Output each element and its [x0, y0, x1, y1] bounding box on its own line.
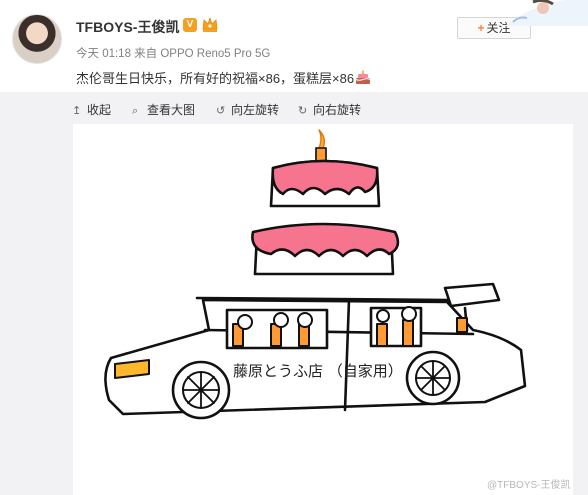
header-decoration-icon	[505, 0, 588, 26]
post-image[interactable]: 藤原とうふ店 （自家用） @TFBOYS-王俊凯	[73, 124, 573, 495]
rotate-left-label: 向左旋转	[231, 103, 280, 117]
rotate-right-button[interactable]: ↻ 向右旋转	[298, 101, 361, 118]
rotate-left-icon: ↺	[216, 105, 226, 117]
post-header: TFBOYS-王俊凯 V 今天 01:18 来自 OPPO Reno5 Pro …	[0, 0, 588, 92]
rotate-left-button[interactable]: ↺ 向左旋转	[216, 101, 279, 118]
cake-emoji-icon	[355, 70, 371, 84]
collapse-label: 收起	[87, 103, 112, 117]
shop-sign-text: 藤原とうふ店 （自家用）	[233, 362, 403, 380]
collapse-icon: ↥	[72, 105, 82, 117]
vip-crown-icon	[202, 16, 218, 32]
user-name[interactable]: TFBOYS-王俊凯	[76, 17, 179, 37]
cake-car-drawing: 藤原とうふ店 （自家用）	[104, 129, 527, 420]
rotate-right-icon: ↻	[298, 105, 308, 117]
post-meta: 今天 01:18 来自 OPPO Reno5 Pro 5G	[76, 48, 271, 60]
media-panel: ↥ 收起 ⌕ 查看大图 ↺ 向左旋转 ↻ 向右旋转 藤原とうふ店 （自家用） @…	[0, 92, 588, 495]
rotate-right-label: 向右旋转	[313, 103, 362, 117]
collapse-button[interactable]: ↥ 收起	[72, 101, 111, 118]
verified-badge-icon: V	[183, 18, 197, 32]
watermark: @TFBOYS-王俊凯	[487, 480, 571, 491]
post-text: 杰伦哥生日快乐，所有好的祝福×86，蛋糕层×86	[76, 68, 371, 87]
view-large-button[interactable]: ⌕ 查看大图	[132, 101, 195, 118]
view-large-label: 查看大图	[147, 103, 196, 117]
avatar[interactable]	[12, 14, 62, 64]
post-text-content: 杰伦哥生日快乐，所有好的祝福×86，蛋糕层×86	[76, 71, 355, 86]
view-large-icon: ⌕	[132, 105, 139, 117]
media-toolbar: ↥ 收起 ⌕ 查看大图 ↺ 向左旋转 ↻ 向右旋转	[0, 92, 588, 124]
follow-plus-icon: +	[477, 21, 485, 35]
